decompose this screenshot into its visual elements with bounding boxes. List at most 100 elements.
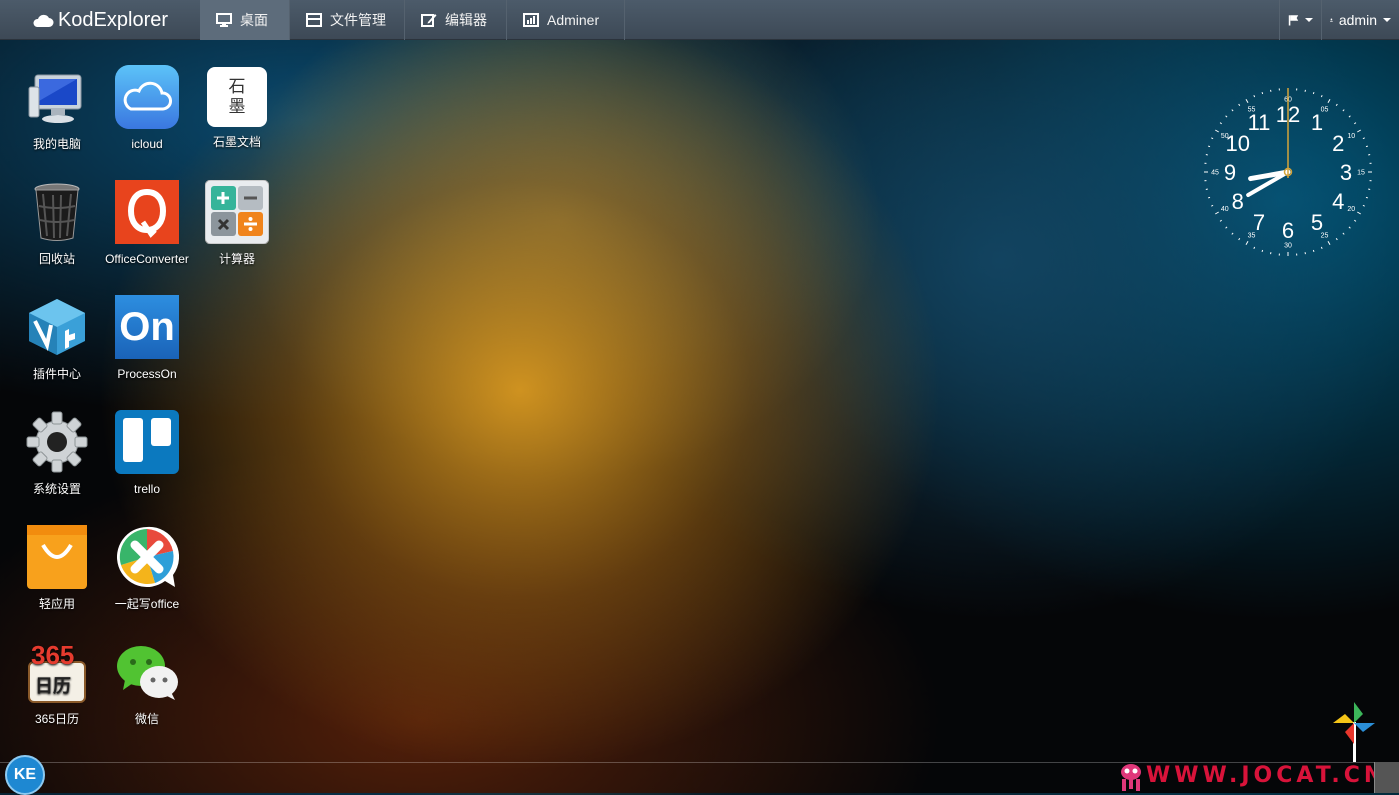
clock-tick (1349, 116, 1350, 117)
desktop-item-wechat[interactable]: 微信 (102, 640, 192, 728)
recycle-bin-icon (25, 180, 89, 244)
clock-tick (1254, 247, 1255, 249)
desktop-item-label: 回收站 (12, 250, 102, 268)
chart-icon (523, 13, 539, 27)
chevron-down-icon (1383, 18, 1391, 22)
desktop-item-shimo[interactable]: 石 墨 石墨文档 (192, 65, 282, 151)
clock-tick (1215, 130, 1218, 132)
tab-file-manager[interactable]: 文件管理 (290, 0, 405, 40)
desktop-item-label: 我的电脑 (12, 135, 102, 153)
desktop-item-calendar-365[interactable]: 365 日历 365日历 (12, 640, 102, 728)
calendar-text: 日历 (35, 676, 71, 697)
office-converter-icon (115, 180, 179, 244)
desktop-item-trello[interactable]: trello (102, 410, 192, 498)
clock-minute-label: 10 (1347, 133, 1355, 140)
icloud-icon (115, 65, 179, 129)
clock-tick (1232, 233, 1233, 234)
tab-editor-label: 编辑器 (445, 10, 487, 30)
clock-minute-label: 15 (1357, 170, 1365, 177)
tab-adminer[interactable]: Adminer (507, 0, 625, 40)
plugin-center-icon (25, 295, 89, 359)
clock-tick (1363, 138, 1365, 139)
flag-icon (1288, 13, 1299, 27)
clock-tick (1220, 123, 1222, 124)
pinwheel-icon[interactable] (1333, 702, 1375, 762)
desktop-item-my-computer[interactable]: 我的电脑 (12, 65, 102, 153)
clock-tick (1262, 92, 1263, 94)
clock-tick (1215, 212, 1218, 214)
desktop-item-label: 石墨文档 (192, 133, 282, 151)
clock-minute-label: 45 (1211, 170, 1219, 177)
clock-hour-label: 3 (1340, 160, 1352, 185)
cat-logo-icon (1118, 762, 1144, 792)
clock-tick (1208, 197, 1210, 198)
clock-hour-label: 6 (1282, 218, 1294, 243)
clock-tick (1366, 146, 1368, 147)
desktop-item-calculator[interactable]: 计算器 (192, 180, 282, 268)
user-icon (1330, 13, 1333, 27)
username: admin (1339, 12, 1377, 28)
desktop-item-system-settings[interactable]: 系统设置 (12, 410, 102, 498)
processon-glyph: On (115, 295, 179, 359)
clock-tick (1328, 241, 1330, 244)
tab-editor[interactable]: 编辑器 (405, 0, 507, 40)
clock-hour-label: 2 (1332, 131, 1344, 156)
clock-tick (1220, 220, 1222, 221)
clock-tick (1226, 227, 1227, 228)
brand-logo[interactable]: KodExplorer (0, 0, 200, 40)
desktop-item-recycle-bin[interactable]: 回收站 (12, 180, 102, 268)
user-dropdown[interactable]: admin (1321, 0, 1399, 40)
cloud-icon (32, 12, 54, 28)
clock-tick (1343, 110, 1344, 111)
desktop-item-office-converter[interactable]: OfficeConverter (102, 180, 192, 268)
clock-tick (1328, 99, 1330, 102)
start-menu-button[interactable]: KE (5, 755, 45, 795)
tab-file-manager-label: 文件管理 (330, 10, 386, 30)
desktop-item-label: 365日历 (12, 710, 102, 728)
clock-tick (1246, 241, 1248, 244)
clock-tick (1246, 99, 1248, 102)
desktop-item-label: trello (102, 480, 192, 498)
show-desktop-button[interactable] (1374, 762, 1399, 793)
shimo-glyphs: 石 墨 (207, 67, 267, 117)
main-nav-tabs: 桌面 文件管理 编辑器 Adminer (200, 0, 625, 40)
desktop-item-icloud[interactable]: icloud (102, 65, 192, 153)
tab-desktop[interactable]: 桌面 (200, 0, 290, 40)
calendar-365-icon: 365 日历 (25, 640, 89, 704)
shimo-icon: 石 墨 (207, 67, 267, 127)
desktop-item-yiqixie[interactable]: 一起写office (102, 525, 192, 613)
clock-tick (1343, 233, 1344, 234)
header-right-menu: admin (1279, 0, 1399, 40)
clock-tick (1313, 92, 1314, 94)
top-navbar: KodExplorer 桌面 文件管理 编辑器 (0, 0, 1399, 40)
clock-tick (1336, 104, 1337, 106)
language-dropdown[interactable] (1279, 0, 1321, 40)
settings-gear-icon (25, 410, 89, 474)
desktop-item-label: 轻应用 (12, 595, 102, 613)
clock-hour-label: 5 (1311, 210, 1323, 235)
desktop-item-plugin-center[interactable]: 插件中心 (12, 295, 102, 383)
clock-tick (1363, 205, 1365, 206)
desktop-item-processon[interactable]: On ProcessOn (102, 295, 192, 383)
desktop-icon (216, 13, 232, 27)
clock-tick (1336, 238, 1337, 240)
clock-hour-label: 8 (1232, 189, 1244, 214)
desktop-item-light-app[interactable]: 轻应用 (12, 525, 102, 613)
clock-tick (1349, 227, 1350, 228)
desktop-item-label: OfficeConverter (102, 250, 192, 268)
clock-tick (1262, 250, 1263, 252)
clock-tick (1211, 205, 1213, 206)
clock-tick (1357, 130, 1360, 132)
chevron-down-icon (1305, 18, 1313, 22)
clock-hour-label: 10 (1226, 131, 1250, 156)
clock-hour-label: 7 (1253, 210, 1265, 235)
clock-tick (1321, 247, 1322, 249)
brand-name: KodExplorer (58, 9, 168, 32)
desktop-item-label: ProcessOn (102, 365, 192, 383)
tab-adminer-label: Adminer (547, 12, 599, 28)
clock-tick (1208, 146, 1210, 147)
analog-clock-widget: 600510152025303540455055 121234567891011 (1202, 86, 1374, 258)
clock-tick (1254, 95, 1255, 97)
yiqixie-icon (115, 525, 179, 589)
desktop-item-label: 插件中心 (12, 365, 102, 383)
